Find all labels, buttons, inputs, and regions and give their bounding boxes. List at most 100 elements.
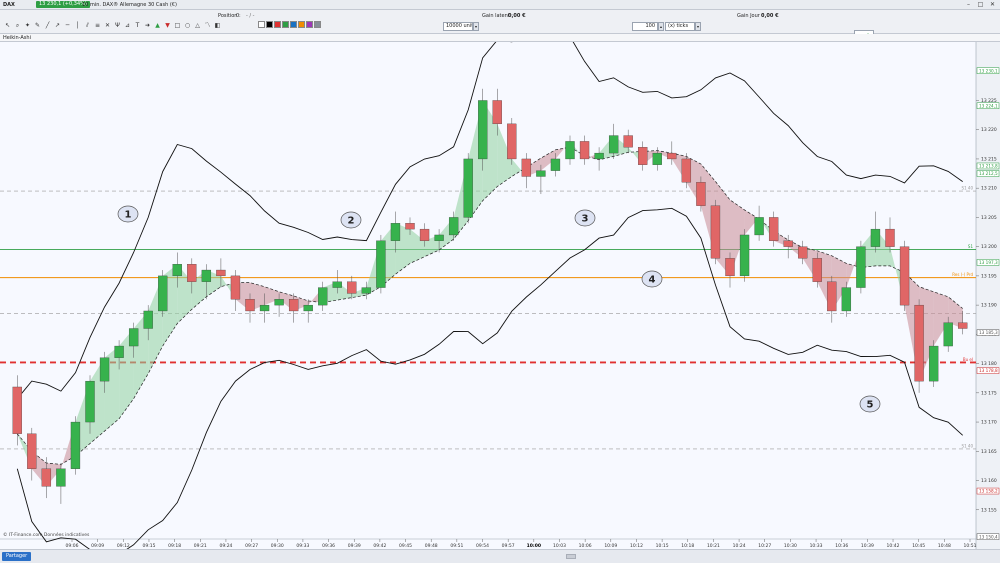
candle-body (623, 135, 633, 148)
price-tick-label: 13 170 (981, 420, 997, 426)
level-S2-label: S1 40 (962, 443, 974, 448)
arrow-up-icon[interactable]: ▲ (154, 22, 161, 29)
units-input[interactable]: 10000 unités (443, 22, 473, 31)
candle-body (70, 421, 81, 469)
candle-body (928, 345, 939, 382)
color-swatch[interactable] (266, 21, 273, 28)
candle-body (230, 275, 241, 300)
maximize-button[interactable]: □ (976, 1, 985, 9)
candle-body (419, 228, 430, 241)
candle-body (914, 304, 924, 382)
candle-body (361, 287, 372, 294)
candle-body (870, 228, 881, 247)
color-swatch[interactable] (298, 21, 305, 28)
price-tag-label: 13 185,3 (979, 330, 998, 335)
candle-body (856, 246, 866, 288)
candle-body (521, 158, 532, 177)
color-swatch[interactable] (282, 21, 289, 28)
star-icon[interactable]: ✦ (24, 22, 31, 29)
candle-body (899, 246, 910, 306)
color-swatch[interactable] (290, 21, 297, 28)
annotation-label: 4 (649, 275, 656, 286)
candle-body (667, 152, 677, 160)
share-button[interactable]: Partager (2, 552, 32, 561)
candle-body (245, 299, 255, 312)
candle-body (958, 322, 968, 329)
cursor-icon[interactable]: ↖ (4, 22, 11, 29)
vline-icon[interactable]: │ (74, 22, 81, 29)
candle-body (56, 468, 66, 487)
candle-body (492, 100, 502, 125)
candle-body (390, 223, 401, 241)
gann-icon[interactable]: ⊿ (124, 22, 131, 29)
candle-body (288, 299, 299, 312)
price-tick-label: 13 205 (981, 215, 997, 221)
candle-body (332, 281, 342, 288)
pencil-icon[interactable]: ✎ (34, 22, 41, 29)
units-dropdown-icon[interactable]: ▾ (473, 22, 479, 31)
candle-body (696, 182, 706, 206)
pitchfork-icon[interactable]: Ψ (114, 22, 121, 29)
indicator-bar: Heikin-Ashi (0, 34, 1000, 42)
candle-body (536, 170, 546, 177)
price-tick-label: 13 200 (981, 244, 997, 250)
minimize-button[interactable]: – (964, 1, 973, 9)
hline-icon[interactable]: ─ (64, 22, 71, 29)
candle-body (434, 234, 444, 241)
arrow-down-icon[interactable]: ▼ (164, 22, 171, 29)
annotation-label: 2 (348, 216, 355, 227)
price-tag-label: 13 212,5 (979, 171, 998, 176)
price-tag-label: 13 230,1 (979, 68, 998, 73)
ray-icon[interactable]: ↗ (54, 22, 61, 29)
ticks-input[interactable]: 100 (632, 22, 658, 31)
palette-icon[interactable]: ◧ (214, 22, 221, 29)
color-swatch[interactable] (314, 21, 321, 28)
ellipse-icon[interactable]: ○ (184, 22, 191, 29)
candle-body (318, 287, 328, 306)
candle-body (885, 228, 895, 247)
price-tick-label: 13 175 (981, 390, 997, 396)
color-swatch[interactable] (306, 21, 313, 28)
price-chart[interactable]: S1 40S1Res (-) PrdBu elS1 4013 22513 220… (0, 42, 1000, 549)
triangle-icon[interactable]: △ (194, 22, 201, 29)
price-tag-label: 13 224,1 (979, 103, 998, 108)
close-button[interactable]: ✕ (988, 1, 997, 9)
candle-body (812, 258, 822, 282)
ticks-dropdown-icon[interactable]: ▾ (695, 22, 701, 31)
candle-body (463, 158, 473, 218)
chart-area[interactable]: S1 40 S1 Res (-) Prd Bu el S1 40 13 225 13 220… (0, 42, 1000, 549)
rect-icon[interactable]: □ (174, 22, 181, 29)
text-icon[interactable]: T (134, 22, 141, 29)
candle-body (478, 100, 488, 160)
candle-body (41, 468, 52, 487)
source-note: © IT-Finance.com Données indicatives (3, 531, 90, 538)
candle-body (27, 433, 37, 469)
horizontal-scrollbar[interactable] (566, 554, 576, 559)
fibonacci-icon[interactable]: ≡ (94, 22, 101, 29)
indicator-label[interactable]: Heikin-Ashi (3, 35, 31, 41)
line-icon[interactable]: ╱ (44, 22, 51, 29)
polyline-icon[interactable]: 〽 (204, 22, 211, 29)
price-tick-label: 13 160 (981, 478, 997, 484)
price-tick-label: 13 195 (981, 273, 997, 279)
candle-body (507, 123, 517, 160)
cross-icon[interactable]: ✕ (104, 22, 111, 29)
ticks-stepper-icon[interactable]: ▴ (658, 22, 664, 31)
candle-body (187, 264, 197, 282)
ticker-label: DAX (3, 2, 15, 8)
candle-body (550, 158, 561, 171)
price-tick-label: 13 180 (981, 361, 997, 367)
candle-body (172, 264, 182, 277)
candle-body (347, 281, 357, 294)
candle-body (652, 152, 662, 165)
candle-body (216, 269, 226, 277)
color-swatch[interactable] (258, 21, 265, 28)
arrow-icon[interactable]: ➜ (144, 22, 151, 29)
trading-window: DAX 13 230,1 (+0,34%) 10 min. DAX® Allem… (0, 0, 1000, 563)
channel-icon[interactable]: ⫽ (84, 22, 91, 29)
zoom-icon[interactable]: ⌕ (14, 22, 21, 29)
color-swatch[interactable] (274, 21, 281, 28)
ticks-unit-select[interactable]: (x) ticks (665, 22, 695, 31)
candle-body (827, 281, 837, 312)
price-tick-label: 13 220 (981, 127, 997, 133)
